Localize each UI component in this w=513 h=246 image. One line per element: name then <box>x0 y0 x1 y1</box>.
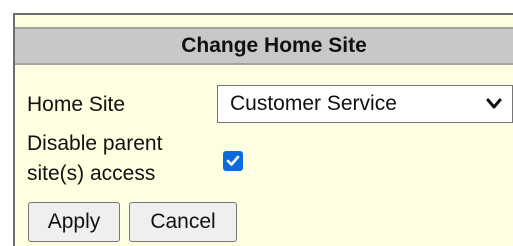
cancel-button[interactable]: Cancel <box>129 202 237 242</box>
disable-parent-label-line1: Disable parent <box>27 132 163 155</box>
check-icon <box>226 155 240 166</box>
page: Change Home Site Home Site Customer Serv… <box>0 0 513 246</box>
home-site-selected-value: Customer Service <box>230 92 397 115</box>
home-site-label: Home Site <box>27 93 126 116</box>
home-site-select[interactable]: Customer Service <box>217 85 513 123</box>
panel-title: Change Home Site <box>181 34 367 57</box>
apply-button[interactable]: Apply <box>28 202 120 242</box>
disable-parent-checkbox[interactable] <box>223 151 243 171</box>
change-home-site-panel: Change Home Site Home Site Customer Serv… <box>13 13 513 246</box>
panel-header: Change Home Site <box>15 27 513 65</box>
chevron-down-icon <box>486 98 502 109</box>
disable-parent-label-line2: site(s) access <box>27 162 156 185</box>
